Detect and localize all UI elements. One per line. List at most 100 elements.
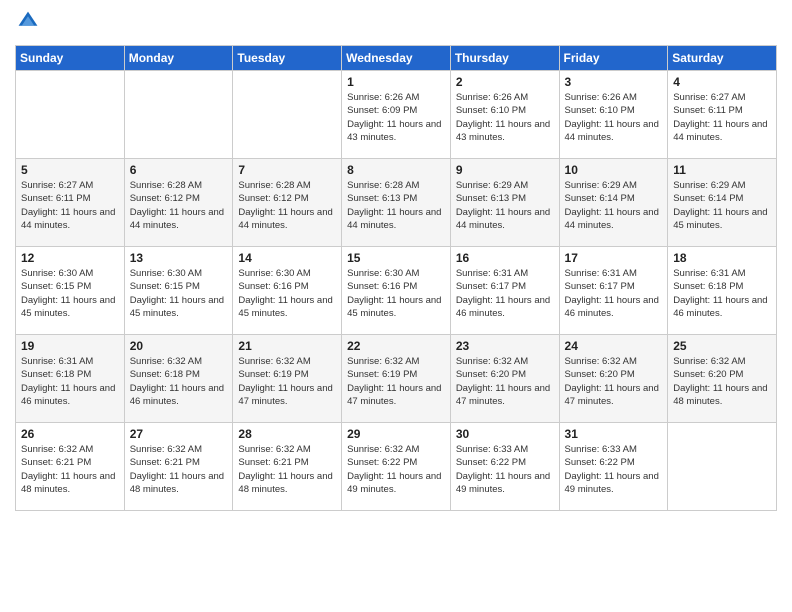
day-number: 27 [130, 427, 228, 441]
calendar-cell: 27 Sunrise: 6:32 AM Sunset: 6:21 PM Dayli… [124, 423, 233, 511]
day-info: Sunrise: 6:32 AM Sunset: 6:19 PM Dayligh… [238, 355, 336, 408]
calendar-cell: 26 Sunrise: 6:32 AM Sunset: 6:21 PM Dayli… [16, 423, 125, 511]
calendar-cell: 1 Sunrise: 6:26 AM Sunset: 6:09 PM Daylig… [342, 71, 451, 159]
calendar-cell: 15 Sunrise: 6:30 AM Sunset: 6:16 PM Dayli… [342, 247, 451, 335]
calendar-cell: 24 Sunrise: 6:32 AM Sunset: 6:20 PM Dayli… [559, 335, 668, 423]
day-info: Sunrise: 6:26 AM Sunset: 6:10 PM Dayligh… [565, 91, 663, 144]
day-number: 5 [21, 163, 119, 177]
calendar-cell: 18 Sunrise: 6:31 AM Sunset: 6:18 PM Dayli… [668, 247, 777, 335]
calendar-cell: 12Sunrise: 6:30 AM Sunset: 6:15 PM Dayli… [16, 247, 125, 335]
day-number: 21 [238, 339, 336, 353]
calendar-cell: 5 Sunrise: 6:27 AM Sunset: 6:11 PM Daylig… [16, 159, 125, 247]
day-info: Sunrise: 6:31 AM Sunset: 6:17 PM Dayligh… [565, 267, 663, 320]
calendar-cell: 9Sunrise: 6:29 AM Sunset: 6:13 PM Daylig… [450, 159, 559, 247]
day-info: Sunrise: 6:30 AM Sunset: 6:15 PM Dayligh… [21, 267, 119, 320]
calendar-cell: 20 Sunrise: 6:32 AM Sunset: 6:18 PM Dayli… [124, 335, 233, 423]
calendar-header-saturday: Saturday [668, 46, 777, 71]
calendar-cell: 2 Sunrise: 6:26 AM Sunset: 6:10 PM Daylig… [450, 71, 559, 159]
calendar: SundayMondayTuesdayWednesdayThursdayFrid… [15, 45, 777, 511]
calendar-cell: 29 Sunrise: 6:32 AM Sunset: 6:22 PM Dayli… [342, 423, 451, 511]
calendar-week-3: 19 Sunrise: 6:31 AM Sunset: 6:18 PM Dayli… [16, 335, 777, 423]
calendar-cell: 3 Sunrise: 6:26 AM Sunset: 6:10 PM Daylig… [559, 71, 668, 159]
day-number: 15 [347, 251, 445, 265]
day-number: 17 [565, 251, 663, 265]
day-number: 23 [456, 339, 554, 353]
calendar-header-thursday: Thursday [450, 46, 559, 71]
day-info: Sunrise: 6:26 AM Sunset: 6:10 PM Dayligh… [456, 91, 554, 144]
day-info: Sunrise: 6:32 AM Sunset: 6:20 PM Dayligh… [565, 355, 663, 408]
day-info: Sunrise: 6:27 AM Sunset: 6:11 PM Dayligh… [21, 179, 119, 232]
day-number: 28 [238, 427, 336, 441]
day-number: 25 [673, 339, 771, 353]
calendar-header-monday: Monday [124, 46, 233, 71]
calendar-cell: 11 Sunrise: 6:29 AM Sunset: 6:14 PM Dayli… [668, 159, 777, 247]
day-number: 16 [456, 251, 554, 265]
day-info: Sunrise: 6:32 AM Sunset: 6:19 PM Dayligh… [347, 355, 445, 408]
day-info: Sunrise: 6:33 AM Sunset: 6:22 PM Dayligh… [565, 443, 663, 496]
calendar-cell: 21 Sunrise: 6:32 AM Sunset: 6:19 PM Dayli… [233, 335, 342, 423]
day-number: 2 [456, 75, 554, 89]
day-number: 18 [673, 251, 771, 265]
calendar-cell: 14 Sunrise: 6:30 AM Sunset: 6:16 PM Dayli… [233, 247, 342, 335]
calendar-cell [668, 423, 777, 511]
calendar-cell: 10Sunrise: 6:29 AM Sunset: 6:14 PM Dayli… [559, 159, 668, 247]
day-number: 22 [347, 339, 445, 353]
day-number: 14 [238, 251, 336, 265]
calendar-cell: 7 Sunrise: 6:28 AM Sunset: 6:12 PM Daylig… [233, 159, 342, 247]
calendar-cell: 16 Sunrise: 6:31 AM Sunset: 6:17 PM Dayli… [450, 247, 559, 335]
day-info: Sunrise: 6:31 AM Sunset: 6:17 PM Dayligh… [456, 267, 554, 320]
day-number: 11 [673, 163, 771, 177]
day-info: Sunrise: 6:31 AM Sunset: 6:18 PM Dayligh… [21, 355, 119, 408]
day-number: 3 [565, 75, 663, 89]
calendar-cell [124, 71, 233, 159]
day-info: Sunrise: 6:32 AM Sunset: 6:20 PM Dayligh… [456, 355, 554, 408]
calendar-cell: 19 Sunrise: 6:31 AM Sunset: 6:18 PM Dayli… [16, 335, 125, 423]
day-number: 4 [673, 75, 771, 89]
day-info: Sunrise: 6:28 AM Sunset: 6:13 PM Dayligh… [347, 179, 445, 232]
day-number: 31 [565, 427, 663, 441]
day-info: Sunrise: 6:30 AM Sunset: 6:16 PM Dayligh… [238, 267, 336, 320]
calendar-header-sunday: Sunday [16, 46, 125, 71]
day-info: Sunrise: 6:33 AM Sunset: 6:22 PM Dayligh… [456, 443, 554, 496]
calendar-cell: 23 Sunrise: 6:32 AM Sunset: 6:20 PM Dayli… [450, 335, 559, 423]
calendar-cell: 28 Sunrise: 6:32 AM Sunset: 6:21 PM Dayli… [233, 423, 342, 511]
calendar-cell: 25 Sunrise: 6:32 AM Sunset: 6:20 PM Dayli… [668, 335, 777, 423]
calendar-header-wednesday: Wednesday [342, 46, 451, 71]
day-info: Sunrise: 6:32 AM Sunset: 6:21 PM Dayligh… [130, 443, 228, 496]
day-info: Sunrise: 6:30 AM Sunset: 6:15 PM Dayligh… [130, 267, 228, 320]
day-number: 29 [347, 427, 445, 441]
day-info: Sunrise: 6:28 AM Sunset: 6:12 PM Dayligh… [130, 179, 228, 232]
day-number: 13 [130, 251, 228, 265]
day-number: 20 [130, 339, 228, 353]
day-info: Sunrise: 6:31 AM Sunset: 6:18 PM Dayligh… [673, 267, 771, 320]
day-info: Sunrise: 6:32 AM Sunset: 6:21 PM Dayligh… [21, 443, 119, 496]
calendar-cell: 6Sunrise: 6:28 AM Sunset: 6:12 PM Daylig… [124, 159, 233, 247]
calendar-week-4: 26 Sunrise: 6:32 AM Sunset: 6:21 PM Dayli… [16, 423, 777, 511]
day-info: Sunrise: 6:32 AM Sunset: 6:22 PM Dayligh… [347, 443, 445, 496]
day-info: Sunrise: 6:29 AM Sunset: 6:14 PM Dayligh… [673, 179, 771, 232]
day-info: Sunrise: 6:32 AM Sunset: 6:20 PM Dayligh… [673, 355, 771, 408]
day-info: Sunrise: 6:30 AM Sunset: 6:16 PM Dayligh… [347, 267, 445, 320]
calendar-cell: 4Sunrise: 6:27 AM Sunset: 6:11 PM Daylig… [668, 71, 777, 159]
day-info: Sunrise: 6:28 AM Sunset: 6:12 PM Dayligh… [238, 179, 336, 232]
day-info: Sunrise: 6:32 AM Sunset: 6:18 PM Dayligh… [130, 355, 228, 408]
day-info: Sunrise: 6:32 AM Sunset: 6:21 PM Dayligh… [238, 443, 336, 496]
day-number: 10 [565, 163, 663, 177]
calendar-cell: 30Sunrise: 6:33 AM Sunset: 6:22 PM Dayli… [450, 423, 559, 511]
day-number: 26 [21, 427, 119, 441]
calendar-cell: 17 Sunrise: 6:31 AM Sunset: 6:17 PM Dayli… [559, 247, 668, 335]
day-number: 9 [456, 163, 554, 177]
day-number: 19 [21, 339, 119, 353]
logo-icon [17, 10, 39, 32]
calendar-header-row: SundayMondayTuesdayWednesdayThursdayFrid… [16, 46, 777, 71]
day-number: 7 [238, 163, 336, 177]
calendar-cell [233, 71, 342, 159]
calendar-cell: 22 Sunrise: 6:32 AM Sunset: 6:19 PM Dayli… [342, 335, 451, 423]
calendar-header-friday: Friday [559, 46, 668, 71]
page: SundayMondayTuesdayWednesdayThursdayFrid… [0, 0, 792, 612]
calendar-week-2: 12Sunrise: 6:30 AM Sunset: 6:15 PM Dayli… [16, 247, 777, 335]
day-number: 1 [347, 75, 445, 89]
day-info: Sunrise: 6:26 AM Sunset: 6:09 PM Dayligh… [347, 91, 445, 144]
day-number: 24 [565, 339, 663, 353]
calendar-week-1: 5 Sunrise: 6:27 AM Sunset: 6:11 PM Daylig… [16, 159, 777, 247]
